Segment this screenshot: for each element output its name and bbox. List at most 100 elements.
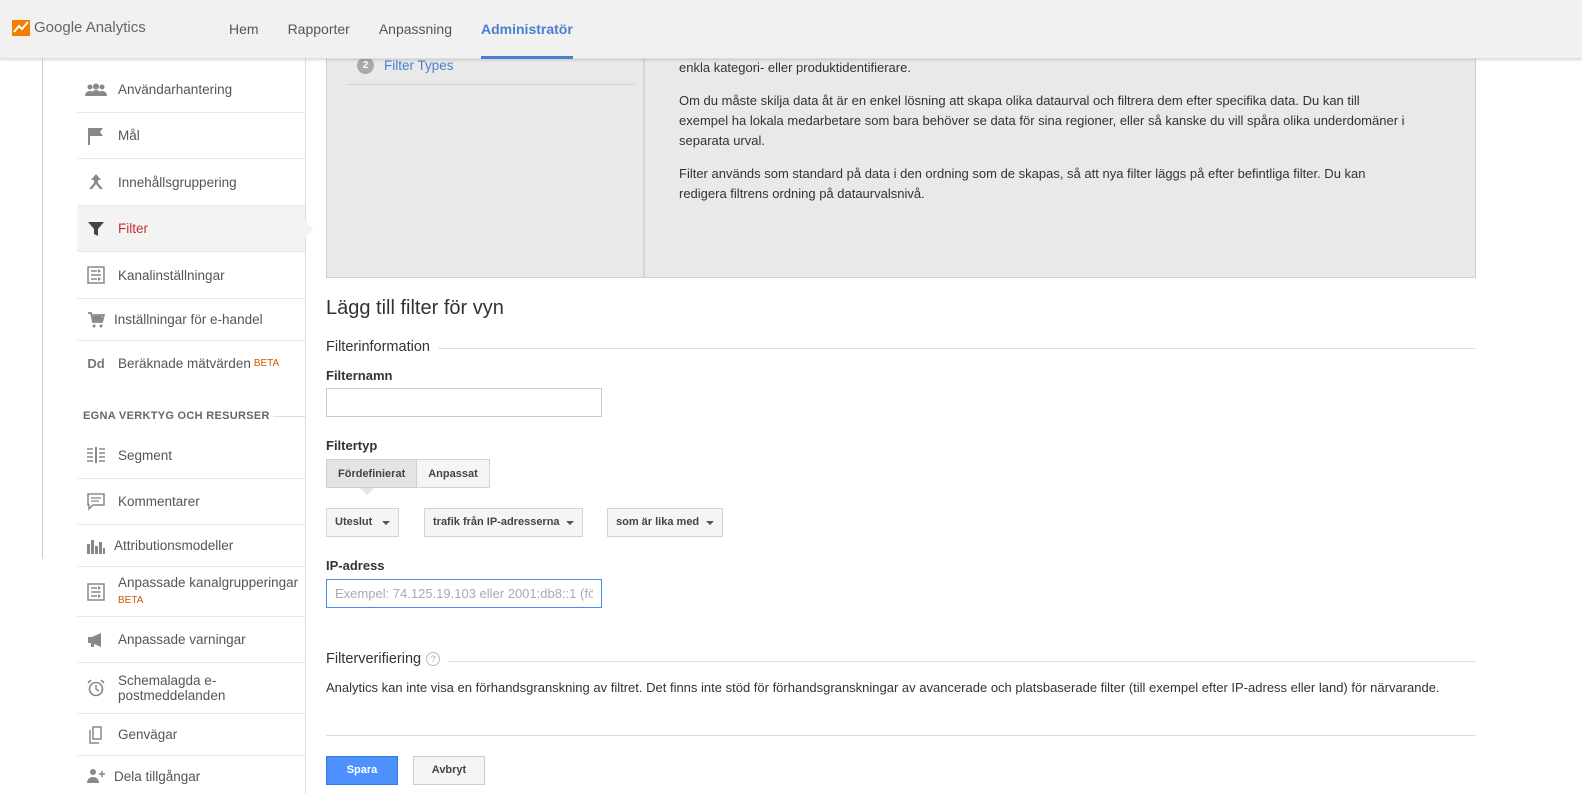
app-title: Google Analytics	[34, 18, 146, 36]
segment-icon	[85, 445, 107, 465]
sidebar-item-comments[interactable]: Kommentarer	[77, 479, 305, 525]
selected-type-pointer	[360, 488, 374, 495]
panel-steps: 2 Filter Types	[327, 57, 645, 277]
comment-icon	[85, 492, 107, 512]
filter-verification-title: Filterverifiering	[326, 651, 422, 667]
step-divider	[347, 84, 635, 85]
sidebar-item-calculated-metrics[interactable]: Dd Beräknade mätvärden BETA	[77, 341, 305, 385]
step-filter-types[interactable]: 2 Filter Types	[357, 57, 454, 74]
users-icon	[85, 80, 107, 100]
share-user-icon	[85, 766, 107, 786]
filter-info-panel: 2 Filter Types enkla kategori- eller pro…	[326, 57, 1476, 278]
column-divider	[42, 59, 43, 559]
beta-badge: BETA	[253, 357, 280, 369]
save-button[interactable]: Spara	[326, 756, 398, 785]
sidebar-item-label-group: Anpassade kanalgrupperingar BETA	[118, 575, 298, 609]
sidebar-item-label: Dela tillgångar	[114, 768, 201, 784]
sidebar-item-label: Segment	[118, 447, 173, 463]
channel-settings-icon	[85, 265, 107, 285]
analytics-logo-icon	[12, 18, 30, 36]
active-item-pointer	[305, 220, 313, 238]
cancel-button[interactable]: Avbryt	[413, 756, 485, 785]
filter-name-label: Filternamn	[326, 368, 393, 383]
nav-customization[interactable]: Anpassning	[379, 0, 452, 59]
ip-address-input[interactable]	[327, 580, 601, 607]
nav-home[interactable]: Hem	[229, 0, 259, 59]
sidebar-item-label: Filter	[118, 221, 148, 236]
ip-address-field-box	[326, 579, 602, 608]
sidebar-item-goals[interactable]: Mål	[77, 113, 305, 159]
tools-section-title: EGNA VERKTYG OCH RESURSER	[83, 410, 270, 422]
sidebar-item-segment[interactable]: Segment	[77, 432, 305, 479]
sidebar-item-label: Beräknade mätvärden	[118, 355, 251, 371]
content-grouping-icon	[85, 172, 107, 192]
filter-verification-section: Filterverifiering?	[326, 651, 449, 667]
sidebar-item-label: Användarhantering	[118, 82, 233, 97]
dropdown-value: Uteslut	[335, 516, 373, 528]
sidebar-item-custom-channel-groupings[interactable]: Anpassade kanalgrupperingar BETA	[77, 567, 305, 617]
step-number: 2	[357, 57, 374, 74]
sidebar-item-filter[interactable]: Filter	[77, 206, 305, 252]
filter-type-label: Filtertyp	[326, 438, 378, 453]
flag-icon	[85, 126, 107, 146]
channel-grouping-icon	[85, 582, 107, 602]
verification-message: Analytics kan inte visa en förhandsgrans…	[326, 680, 1440, 695]
alarm-clock-icon	[85, 678, 107, 698]
calculated-metrics-icon: Dd	[87, 355, 105, 371]
sidebar-item-label: Kanalinställningar	[118, 267, 225, 283]
sidebar-item-shortcuts[interactable]: Genvägar	[77, 714, 305, 756]
dropdown-value: som är lika med	[616, 516, 700, 528]
sidebar-item-label: Innehållsgruppering	[118, 174, 237, 190]
sidebar-item-label-group: Schemalagda e- postmeddelanden	[118, 673, 225, 703]
sidebar-item-label: Kommentarer	[118, 494, 200, 509]
filter-name-field-box	[326, 388, 602, 417]
google-analytics-logo[interactable]: Google Analytics	[12, 18, 146, 36]
sidebar-item-scheduled-emails[interactable]: Schemalagda e- postmeddelanden	[77, 663, 305, 714]
cart-icon	[85, 310, 107, 330]
section-divider	[326, 661, 1476, 662]
sidebar-item-label: postmeddelanden	[118, 688, 226, 703]
sidebar-item-label: Genvägar	[118, 727, 178, 742]
sidebar-item-label: Anpassade kanalgrupperingar	[118, 574, 299, 590]
beta-badge: BETA	[118, 594, 144, 606]
sidebar-item-label: Anpassade varningar	[118, 632, 246, 647]
sidebar-item-label: Mål	[118, 128, 140, 143]
panel-paragraph: Om du måste skilja data åt är en enkel l…	[679, 93, 1405, 148]
filter-name-input[interactable]	[327, 389, 601, 416]
ip-address-label: IP-adress	[326, 558, 385, 573]
panel-description: enkla kategori- eller produktidentifiera…	[679, 59, 1409, 217]
chevron-down-icon	[566, 521, 574, 525]
panel-paragraph: Filter används som standard på data i de…	[679, 166, 1366, 201]
sidebar-item-attribution-models[interactable]: Attributionsmodeller	[77, 525, 305, 567]
main-nav: Hem Rapporter Anpassning Administratör	[229, 0, 602, 59]
section-divider	[326, 348, 1476, 349]
sidebar-item-channel-settings[interactable]: Kanalinställningar	[77, 252, 305, 299]
admin-sidebar: Användarhantering Mål Innehållsgrupperin…	[77, 59, 306, 794]
sidebar-item-label: Inställningar för e-handel	[114, 312, 263, 327]
filter-type-predefined-button[interactable]: Fördefinierat	[326, 459, 418, 488]
chevron-down-icon	[706, 521, 714, 525]
top-navigation-bar: Google Analytics Hem Rapporter Anpassnin…	[0, 0, 1582, 59]
chevron-down-icon	[382, 521, 390, 525]
form-divider	[326, 735, 1476, 736]
megaphone-icon	[85, 630, 107, 650]
sidebar-item-label: Schemalagda e-	[118, 673, 217, 688]
sidebar-item-custom-alerts[interactable]: Anpassade varningar	[77, 617, 305, 663]
nav-reports[interactable]: Rapporter	[288, 0, 350, 59]
sidebar-item-share-assets[interactable]: Dela tillgångar	[77, 756, 305, 794]
nav-admin[interactable]: Administratör	[481, 0, 573, 59]
sidebar-item-ecommerce-settings[interactable]: Inställningar för e-handel	[77, 299, 305, 341]
sidebar-item-content-grouping[interactable]: Innehållsgruppering	[77, 159, 305, 206]
filter-info-section-title: Filterinformation	[326, 339, 438, 355]
sidebar-item-user-management[interactable]: Användarhantering	[77, 67, 305, 113]
filter-type-custom-button[interactable]: Anpassat	[417, 459, 490, 488]
filter-expression-dropdown[interactable]: som är lika med	[607, 508, 723, 537]
help-icon[interactable]: ?	[426, 652, 441, 667]
sidebar-item-label: Attributionsmodeller	[114, 538, 234, 553]
step-label: Filter Types	[384, 58, 454, 73]
filter-source-dropdown[interactable]: trafik från IP-adresserna	[424, 508, 583, 537]
dropdown-value: trafik från IP-adresserna	[433, 516, 560, 528]
filter-icon	[85, 219, 107, 239]
page-title: Lägg till filter för vyn	[326, 297, 504, 319]
filter-action-dropdown[interactable]: Uteslut	[326, 508, 399, 537]
